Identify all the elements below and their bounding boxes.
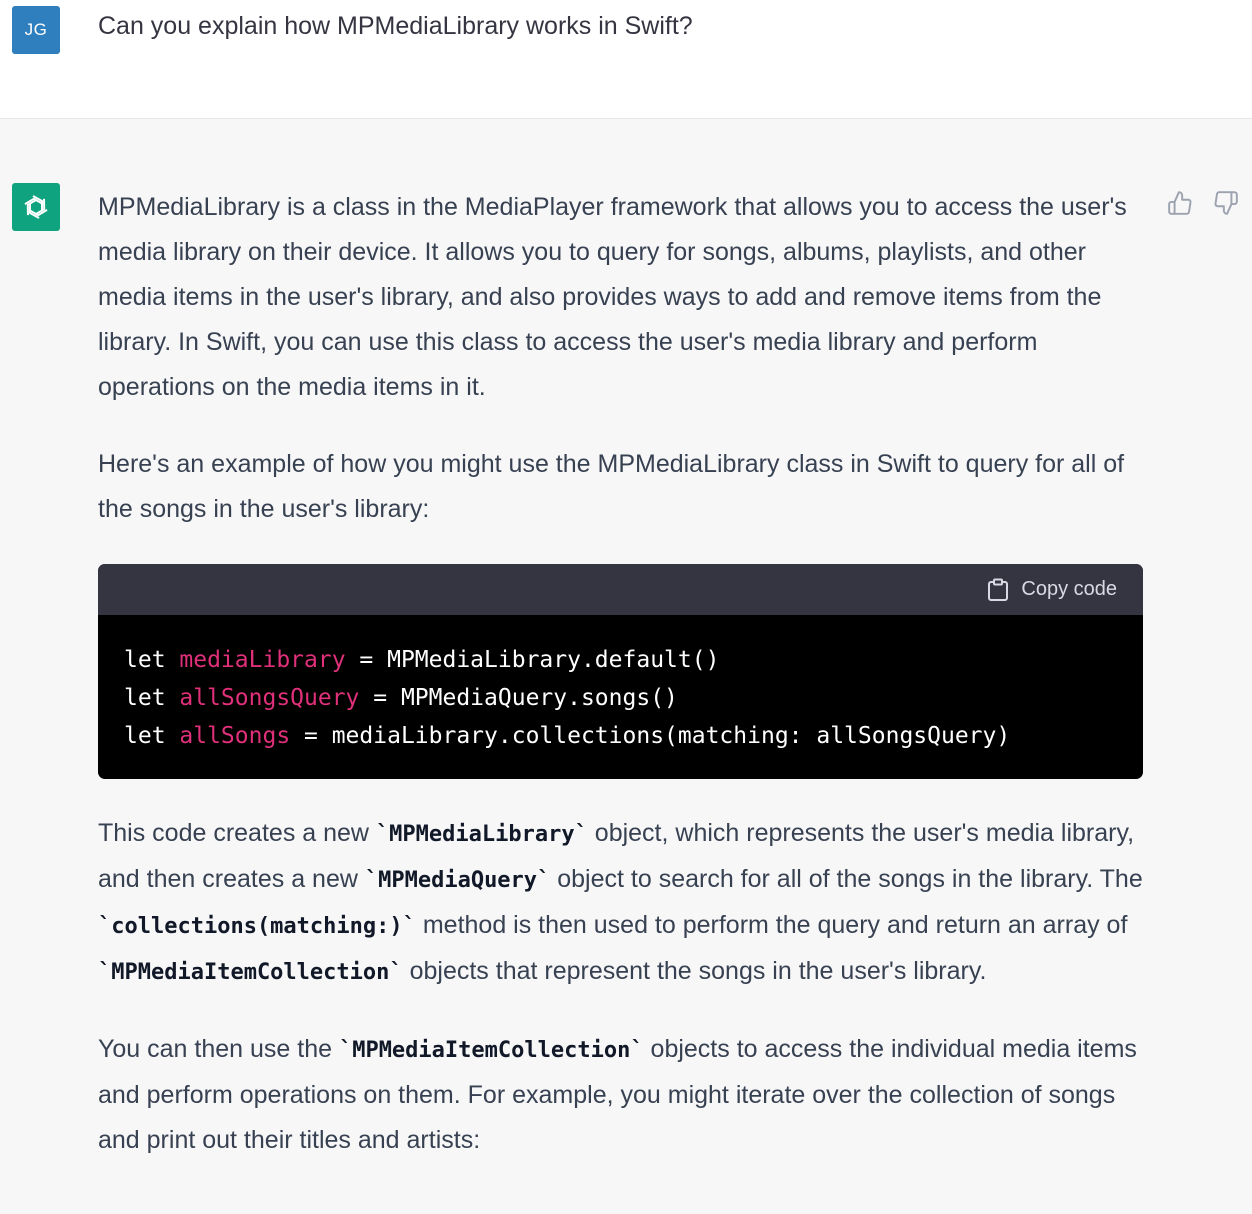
paragraph-explanation: This code creates a new `MPMediaLibrary`… [98,811,1143,995]
user-initials: JG [24,20,48,39]
paragraph-example-lead: Here's an example of how you might use t… [98,450,1125,523]
user-avatar: JG [12,6,60,54]
thumbs-up-button[interactable] [1166,189,1194,217]
code-expression: = MPMediaQuery.songs() [359,685,678,711]
thumbs-down-icon [1214,191,1238,215]
code-line: let mediaLibrary = MPMediaLibrary.defaul… [124,641,1117,679]
user-message-text: Can you explain how MPMediaLibrary works… [98,12,693,40]
code-expression: = MPMediaLibrary.default() [345,647,720,673]
code-body: let mediaLibrary = MPMediaLibrary.defaul… [98,615,1143,779]
inline-code: `collections(matching:)` [98,914,416,939]
code-block: Copy code let mediaLibrary = MPMediaLibr… [98,564,1143,779]
copy-code-button[interactable]: Copy code [987,564,1117,615]
assistant-avatar [12,183,60,231]
paragraph-iterate: You can then use the `MPMediaItemCollect… [98,1027,1143,1163]
code-line: let allSongs = mediaLibrary.collections(… [124,717,1117,755]
assistant-message-content: MPMediaLibrary is a class in the MediaPl… [98,185,1143,1163]
code-variable: allSongs [179,723,291,749]
inline-code: `MPMediaItemCollection` [338,1038,644,1063]
code-expression: = mediaLibrary.collections(matching: all… [290,723,1011,749]
inline-code: `MPMediaItemCollection` [98,960,403,985]
code-variable: mediaLibrary [179,647,346,673]
code-keyword: let [124,647,180,673]
clipboard-icon [988,578,1009,601]
copy-code-label: Copy code [1021,578,1117,600]
code-line: let allSongsQuery = MPMediaQuery.songs() [124,679,1117,717]
inline-code: `MPMediaQuery` [364,868,551,893]
thumbs-up-icon [1168,191,1192,215]
feedback-buttons [1166,189,1240,217]
openai-logo-icon [24,195,48,219]
text-segment: object to search for all of the songs in… [550,865,1143,893]
code-keyword: let [124,685,180,711]
code-variable: allSongsQuery [179,685,360,711]
code-block-header: Copy code [98,564,1143,615]
thumbs-down-button[interactable] [1212,189,1240,217]
text-segment: method is then used to perform the query… [415,911,1128,939]
paragraph-intro: MPMediaLibrary is a class in the MediaPl… [98,193,1127,401]
user-message-row: JG Can you explain how MPMediaLibrary wo… [0,0,1252,119]
assistant-message-row: MPMediaLibrary is a class in the MediaPl… [0,119,1252,1214]
code-keyword: let [124,723,180,749]
inline-code: `MPMediaLibrary` [375,822,588,847]
text-segment: This code creates a new [98,819,376,847]
text-segment: You can then use the [98,1035,339,1063]
text-segment: objects that represent the songs in the … [402,957,987,985]
